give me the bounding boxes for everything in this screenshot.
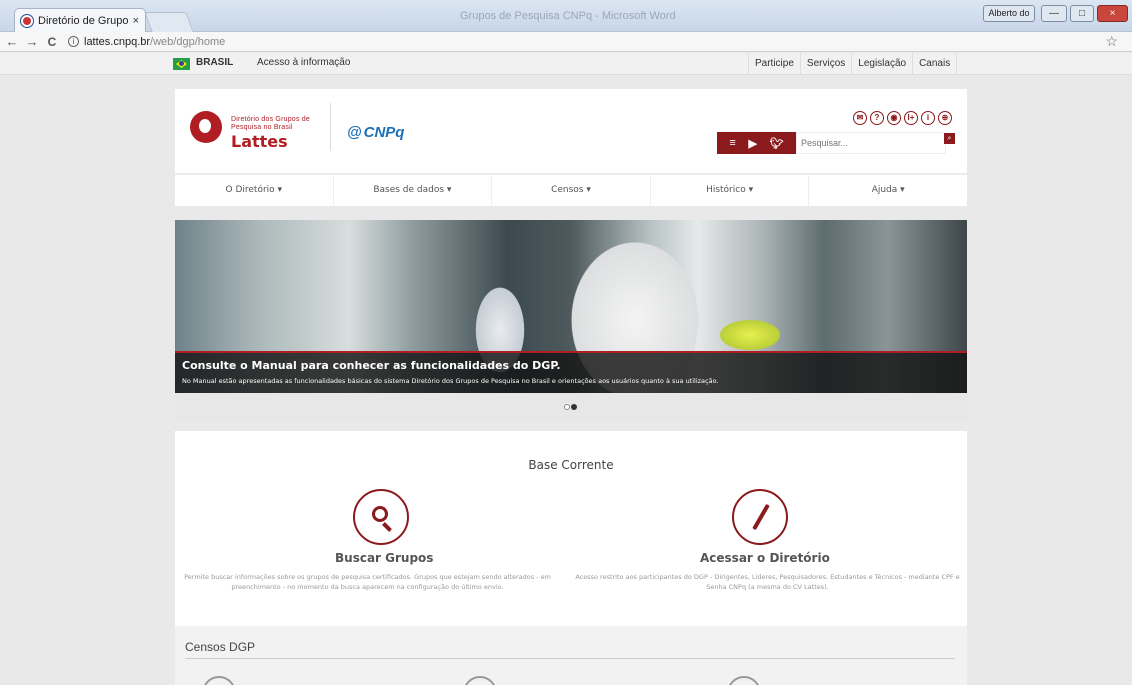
censos-title: Censos DGP (185, 640, 256, 654)
censos-section: Censos DGP (175, 626, 967, 685)
pencil-icon[interactable] (732, 489, 788, 545)
minimize-button[interactable]: — (1041, 5, 1067, 22)
twitter-icon[interactable]: 🐦︎ (770, 137, 784, 150)
maximize-button[interactable]: □ (1070, 5, 1094, 22)
menu-ajuda[interactable]: Ajuda ▾ (809, 175, 967, 206)
tab-title: Diretório de Grupos de P (38, 14, 128, 27)
section-title: Base Corrente (528, 458, 614, 472)
youtube-icon[interactable]: ▶ (748, 137, 756, 150)
gov-link-canais[interactable]: Canais (912, 53, 958, 74)
back-icon[interactable]: ← (4, 34, 20, 49)
carousel-dot-1[interactable] (564, 404, 570, 410)
font-increase-icon[interactable]: I+ (904, 111, 918, 125)
brazil-flag-icon[interactable] (173, 58, 190, 70)
menu-bases-de-dados[interactable]: Bases de dados ▾ (334, 175, 493, 206)
acessar-diretorio-description: Acesso restrito aos participantes do DGP… (575, 573, 960, 591)
gov-link-servicos[interactable]: Serviços (799, 53, 851, 74)
magnifier-handle (382, 522, 392, 532)
logo-lattes-text[interactable]: Lattes (231, 132, 288, 151)
window-close-button[interactable]: × (1097, 5, 1128, 22)
banner-caption: Consulte o Manual para conhecer as funci… (175, 353, 967, 393)
url-field[interactable]: i lattes.cnpq.br/web/dgp/home (68, 36, 225, 48)
help-icon[interactable]: ? (870, 111, 884, 125)
gov-links: Participe Serviços Legislação Canais (748, 53, 958, 74)
url-path: /web/dgp/home (150, 35, 226, 48)
search-groups-icon[interactable] (353, 489, 409, 545)
search-input[interactable] (797, 133, 927, 153)
browser-tabbar: Diretório de Grupos de P × Grupos de Pes… (0, 0, 1132, 32)
logo-divider (330, 103, 331, 151)
lattes-favicon-icon (21, 14, 33, 27)
censo-icon-2[interactable] (463, 676, 497, 685)
access-info-link[interactable]: Acesso à informação (257, 57, 350, 68)
tab-close-icon[interactable]: × (133, 15, 139, 27)
rss-icon[interactable]: ≡ (729, 137, 735, 149)
buscar-grupos-description: Permite buscar informações sobre os grup… (184, 573, 551, 591)
profile-button[interactable]: Alberto do Valle (983, 5, 1035, 22)
lock-icon[interactable]: ⊕ (938, 111, 952, 125)
new-tab-button[interactable] (144, 12, 194, 32)
menu-censos[interactable]: Censos ▾ (492, 175, 651, 206)
browser-tab[interactable]: Diretório de Grupos de P × (14, 8, 146, 32)
cnpq-icon: @ (347, 124, 362, 141)
gov-brasil-link[interactable]: BRASIL (196, 57, 233, 68)
gov-link-participe[interactable]: Participe (748, 53, 800, 74)
hero-banner[interactable]: Consulte o Manual para conhecer as funci… (175, 220, 967, 393)
gov-bar: BRASIL Acesso à informação Participe Ser… (0, 53, 1132, 75)
search-button[interactable]: ⌕ (944, 133, 955, 144)
banner-text: No Manual estão apresentadas as funciona… (182, 377, 719, 385)
carousel-indicators (175, 393, 967, 421)
cnpq-text: CNPq (363, 124, 405, 141)
censos-divider (185, 658, 955, 659)
social-links: ≡ ▶ 🐦︎ (717, 132, 796, 154)
base-corrente-section: Base Corrente Buscar Grupos Permite busc… (175, 431, 967, 626)
censo-icon-3[interactable] (727, 676, 761, 685)
menu-o-diretorio[interactable]: O Diretório ▾ (175, 175, 334, 206)
menu-historico[interactable]: Histórico ▾ (651, 175, 810, 206)
site-header: Diretório dos Grupos de Pesquisa no Bras… (175, 89, 967, 173)
window-title: Grupos de Pesquisa CNPq - Microsoft Word (460, 10, 676, 22)
bookmark-star-icon[interactable]: ☆ (1105, 33, 1118, 50)
carousel-dot-2[interactable] (571, 404, 577, 410)
acessar-diretorio-link[interactable]: Acessar o Diretório (700, 551, 830, 565)
banner-title[interactable]: Consulte o Manual para conhecer as funci… (182, 359, 561, 372)
lab-flask-image (720, 320, 780, 350)
contrast-icon[interactable]: ◉ (887, 111, 901, 125)
lattes-logo-icon[interactable] (190, 111, 222, 143)
accessibility-icons: ✉ ? ◉ I+ i ⊕ (853, 111, 952, 125)
cnpq-logo[interactable]: @ CNPq (347, 124, 404, 141)
gov-link-legislacao[interactable]: Legislação (851, 53, 912, 74)
logo-subtitle: Diretório dos Grupos de Pesquisa no Bras… (231, 116, 310, 131)
magnifier-lens (372, 506, 388, 522)
address-bar: ← → C i lattes.cnpq.br/web/dgp/home ☆ (0, 32, 1132, 52)
reload-icon[interactable]: C (44, 35, 60, 49)
buscar-grupos-link[interactable]: Buscar Grupos (335, 551, 433, 565)
info-icon[interactable]: i (68, 36, 79, 47)
url-host: lattes.cnpq.br (84, 35, 151, 48)
censo-icon-1[interactable] (202, 676, 236, 685)
forward-icon[interactable]: → (24, 34, 40, 49)
mail-icon[interactable]: ✉ (853, 111, 867, 125)
info-circle-icon[interactable]: i (921, 111, 935, 125)
search-box (796, 132, 946, 154)
main-menu: O Diretório ▾ Bases de dados ▾ Censos ▾ … (175, 174, 967, 206)
pencil-shape (752, 503, 770, 531)
